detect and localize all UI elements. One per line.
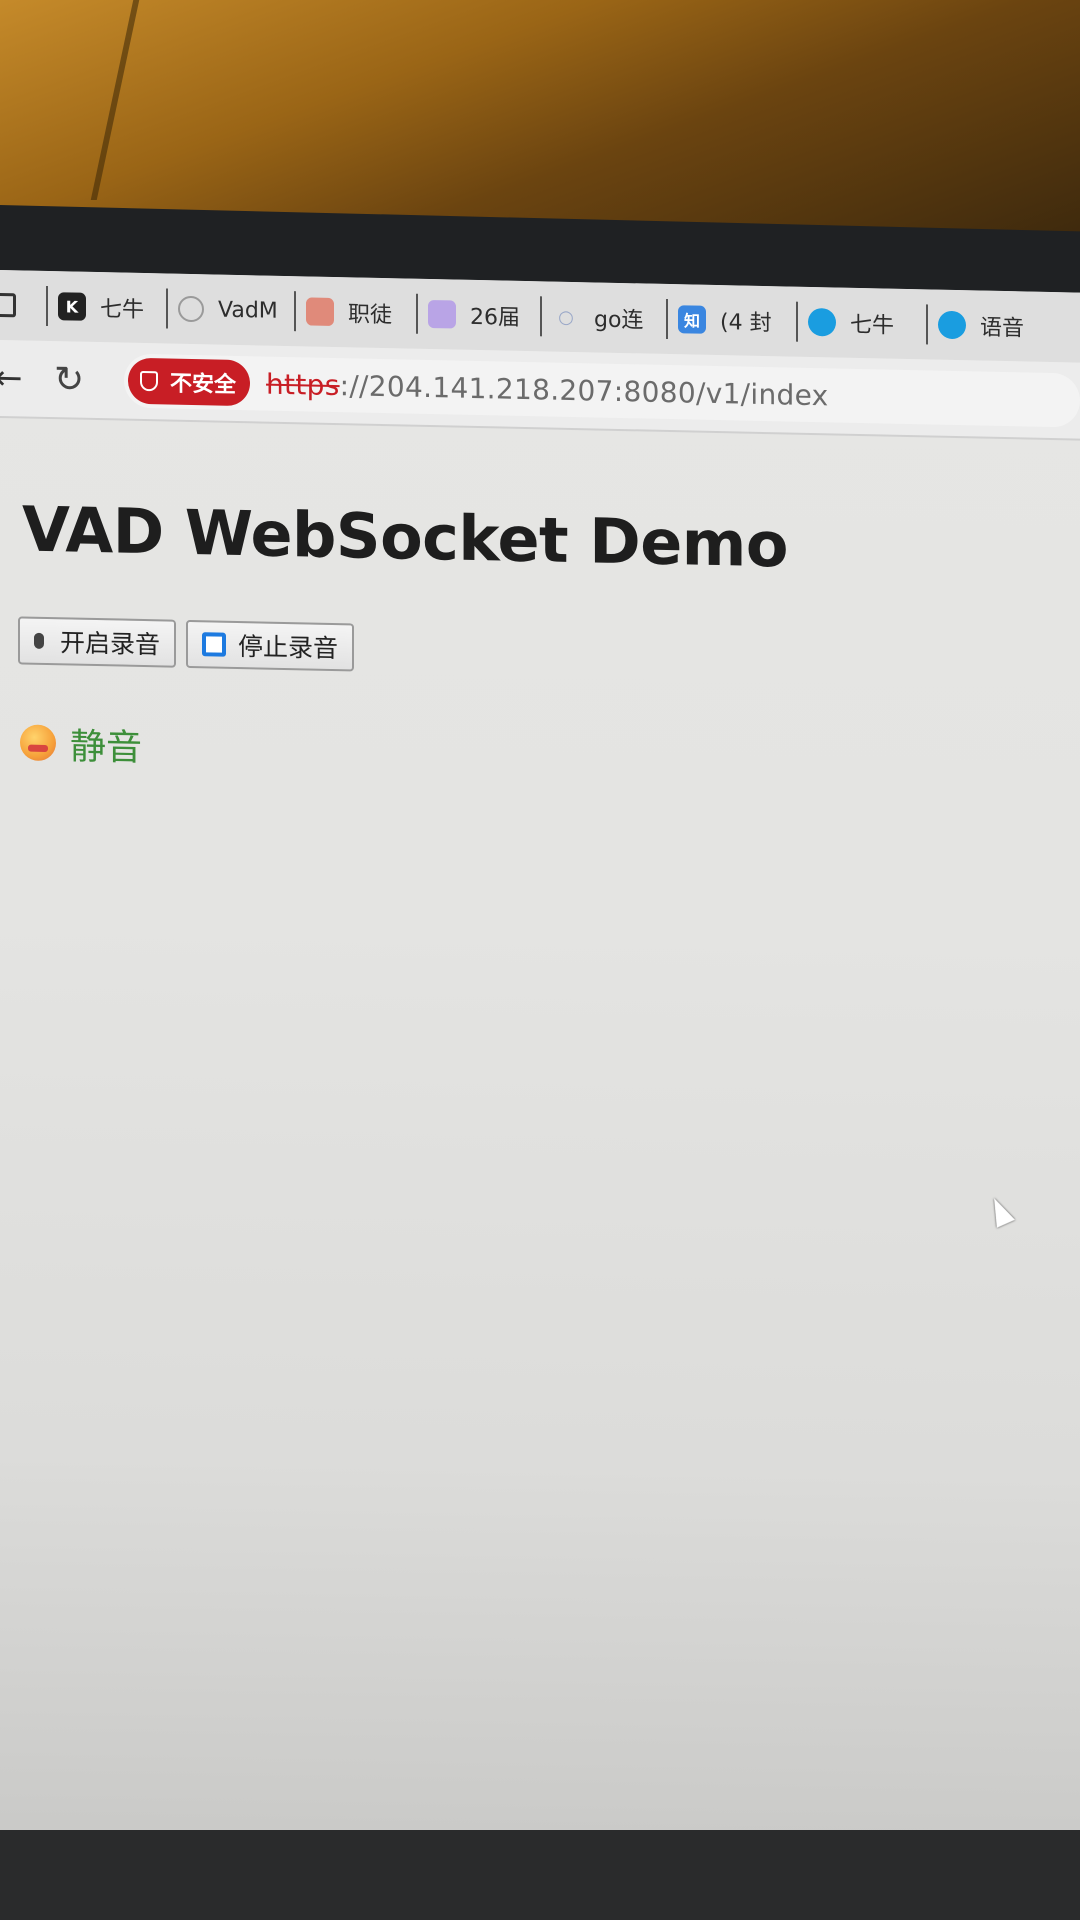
stop-recording-button[interactable]: 停止录音 <box>186 619 355 672</box>
search-icon: ○ <box>558 306 574 328</box>
monitor-bezel-bottom <box>0 1830 1080 1920</box>
bookmark-label: 语音 <box>980 315 1025 342</box>
security-badge[interactable]: 不安全 <box>128 357 251 407</box>
bookmark-item[interactable]: 七牛 <box>796 301 926 345</box>
shield-icon <box>140 370 158 392</box>
browser-window: K 七牛 VadM 职徒 26届 ○ go连 知 (4 封 七牛 语音 ← ↻ … <box>0 270 1080 1868</box>
page-content: VAD WebSocket Demo 开启录音 停止录音 静音 <box>0 416 1080 1868</box>
microphone-icon <box>34 632 44 649</box>
security-label: 不安全 <box>170 371 237 398</box>
face-emoji-icon <box>20 724 56 762</box>
qiniu-icon <box>938 310 966 340</box>
sidebar-toggle-icon[interactable] <box>0 292 16 318</box>
reload-icon[interactable]: ↻ <box>54 359 104 401</box>
bookmark-label: 职徒 <box>348 302 393 329</box>
url-scheme: https <box>266 367 340 402</box>
url-rest: ://204.141.218.207:8080/v1/index <box>339 368 829 412</box>
page-title: VAD WebSocket Demo <box>22 492 788 582</box>
bookmark-item[interactable]: VadM <box>166 288 294 332</box>
start-recording-button[interactable]: 开启录音 <box>18 616 177 668</box>
start-recording-label: 开启录音 <box>60 629 161 660</box>
photo-background <box>0 0 1080 232</box>
app-icon <box>428 299 456 329</box>
mouse-cursor-icon <box>985 1194 1015 1228</box>
bookmark-item[interactable]: 语音 <box>926 304 1066 348</box>
qiniu-icon <box>808 307 836 337</box>
address-bar[interactable]: 不安全 https://204.141.218.207:8080/v1/inde… <box>124 353 1080 428</box>
control-buttons: 开启录音 停止录音 <box>18 616 355 672</box>
stop-recording-label: 停止录音 <box>238 632 339 664</box>
back-arrow-icon[interactable]: ← <box>0 358 38 399</box>
bookmark-item[interactable]: 职徒 <box>294 291 416 334</box>
bookmark-item[interactable]: 26届 <box>416 293 540 337</box>
openai-icon <box>178 295 204 323</box>
zhihu-icon: 知 <box>678 305 706 334</box>
bookmark-label: VadM <box>218 297 278 324</box>
bookmark-label: go连 <box>594 307 644 334</box>
status-text: 静音 <box>70 726 143 769</box>
bookmark-icon <box>306 297 334 326</box>
bookmark-item[interactable]: ○ go连 <box>540 296 666 339</box>
bookmark-item[interactable]: K 七牛 <box>46 285 166 329</box>
bookmark-label: 26届 <box>470 304 520 331</box>
bookmark-label: 七牛 <box>100 297 145 324</box>
bookmark-label: 七牛 <box>850 312 895 339</box>
k-logo-icon: K <box>58 292 86 321</box>
vad-status: 静音 <box>20 716 142 771</box>
bookmark-item[interactable]: 知 (4 封 <box>666 298 796 342</box>
url-text[interactable]: https://204.141.218.207:8080/v1/index <box>266 367 829 412</box>
bookmark-label: (4 封 <box>720 310 772 337</box>
stop-icon <box>202 632 227 657</box>
